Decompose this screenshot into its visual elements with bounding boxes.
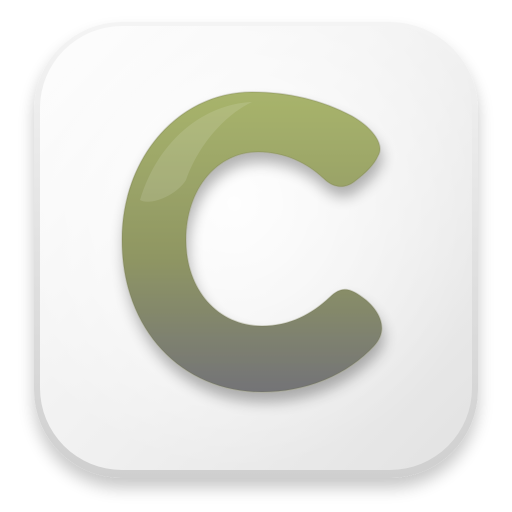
c-letter-app-icon [34,22,478,478]
icon-canvas [0,0,512,512]
icon-tile [34,22,478,478]
